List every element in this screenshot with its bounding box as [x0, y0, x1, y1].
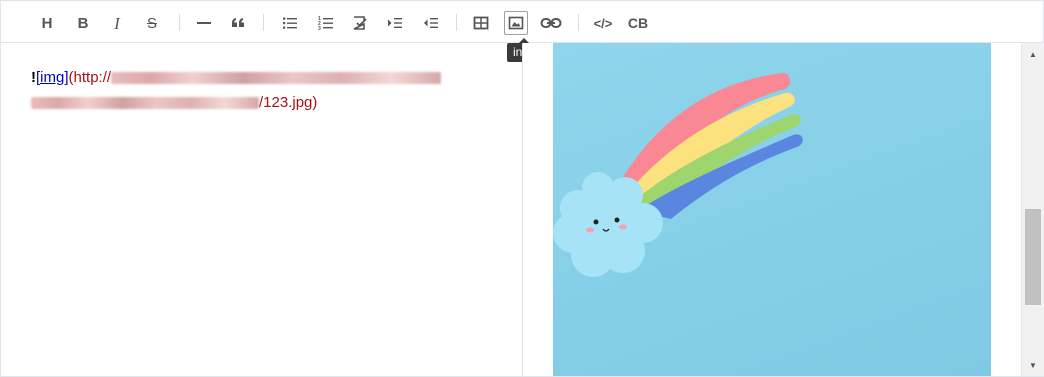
rainbow-cloud-illustration — [553, 73, 803, 277]
outdent-icon — [424, 18, 438, 28]
preview-image — [553, 43, 991, 376]
unordered-list-icon — [283, 17, 297, 29]
toolbar-separator — [578, 14, 579, 31]
link-button[interactable] — [539, 11, 563, 35]
image-url-prefix: (http:// — [68, 69, 112, 86]
code-icon: </> — [593, 15, 613, 31]
toolbar-separator — [179, 14, 180, 31]
quote-button[interactable] — [226, 11, 250, 35]
strikethrough-button[interactable]: S — [140, 11, 164, 35]
svg-text:3: 3 — [318, 26, 321, 31]
editor-toolbar: H B I S 123 </> CB — [1, 1, 1043, 43]
link-icon — [540, 18, 562, 28]
redacted-url-part — [31, 97, 259, 110]
markdown-source-pane[interactable]: ![img](http:// /123.jpg) — [1, 43, 523, 376]
indent-icon — [388, 18, 402, 28]
image-alt-link[interactable]: [img] — [36, 69, 69, 86]
bold-button[interactable]: B — [71, 11, 95, 35]
task-list-button[interactable] — [348, 11, 372, 35]
preview-scrollbar[interactable]: ▲ ▼ — [1021, 43, 1044, 376]
image-url-suffix: /123.jpg) — [259, 94, 318, 111]
scroll-up-arrow-icon[interactable]: ▲ — [1022, 45, 1044, 63]
italic-button[interactable]: I — [105, 11, 129, 35]
italic-icon: I — [114, 13, 120, 33]
task-list-icon — [353, 16, 367, 30]
outdent-button[interactable] — [419, 11, 443, 35]
indent-button[interactable] — [383, 11, 407, 35]
markdown-editor: H B I S 123 </> CB ![img](http:// /123.j… — [0, 0, 1044, 377]
heading-button[interactable]: H — [35, 11, 59, 35]
code-block-button[interactable]: CB — [626, 11, 650, 35]
scrollbar-thumb[interactable] — [1025, 209, 1041, 305]
insert-image-button[interactable] — [504, 11, 528, 35]
toolbar-separator — [456, 14, 457, 31]
horizontal-rule-icon — [197, 22, 211, 24]
image-icon — [508, 16, 524, 30]
scroll-down-arrow-icon[interactable]: ▼ — [1022, 356, 1044, 374]
strikethrough-icon: S — [146, 14, 157, 32]
source-line: /123.jpg) — [31, 93, 317, 113]
markdown-preview-pane — [523, 43, 1021, 376]
redacted-url-part — [111, 72, 442, 85]
code-button[interactable]: </> — [591, 11, 615, 35]
heading-icon: H — [41, 14, 53, 32]
horizontal-rule-button[interactable] — [192, 11, 216, 35]
ordered-list-icon: 123 — [318, 16, 333, 31]
ordered-list-button[interactable]: 123 — [314, 11, 338, 35]
unordered-list-button[interactable] — [278, 11, 302, 35]
toolbar-separator — [263, 14, 264, 31]
table-icon — [473, 16, 489, 30]
quote-icon — [232, 18, 244, 27]
code-block-icon: CB — [627, 15, 649, 31]
source-line: ![img](http:// — [31, 68, 442, 88]
table-button[interactable] — [469, 11, 493, 35]
bold-icon: B — [77, 14, 89, 32]
